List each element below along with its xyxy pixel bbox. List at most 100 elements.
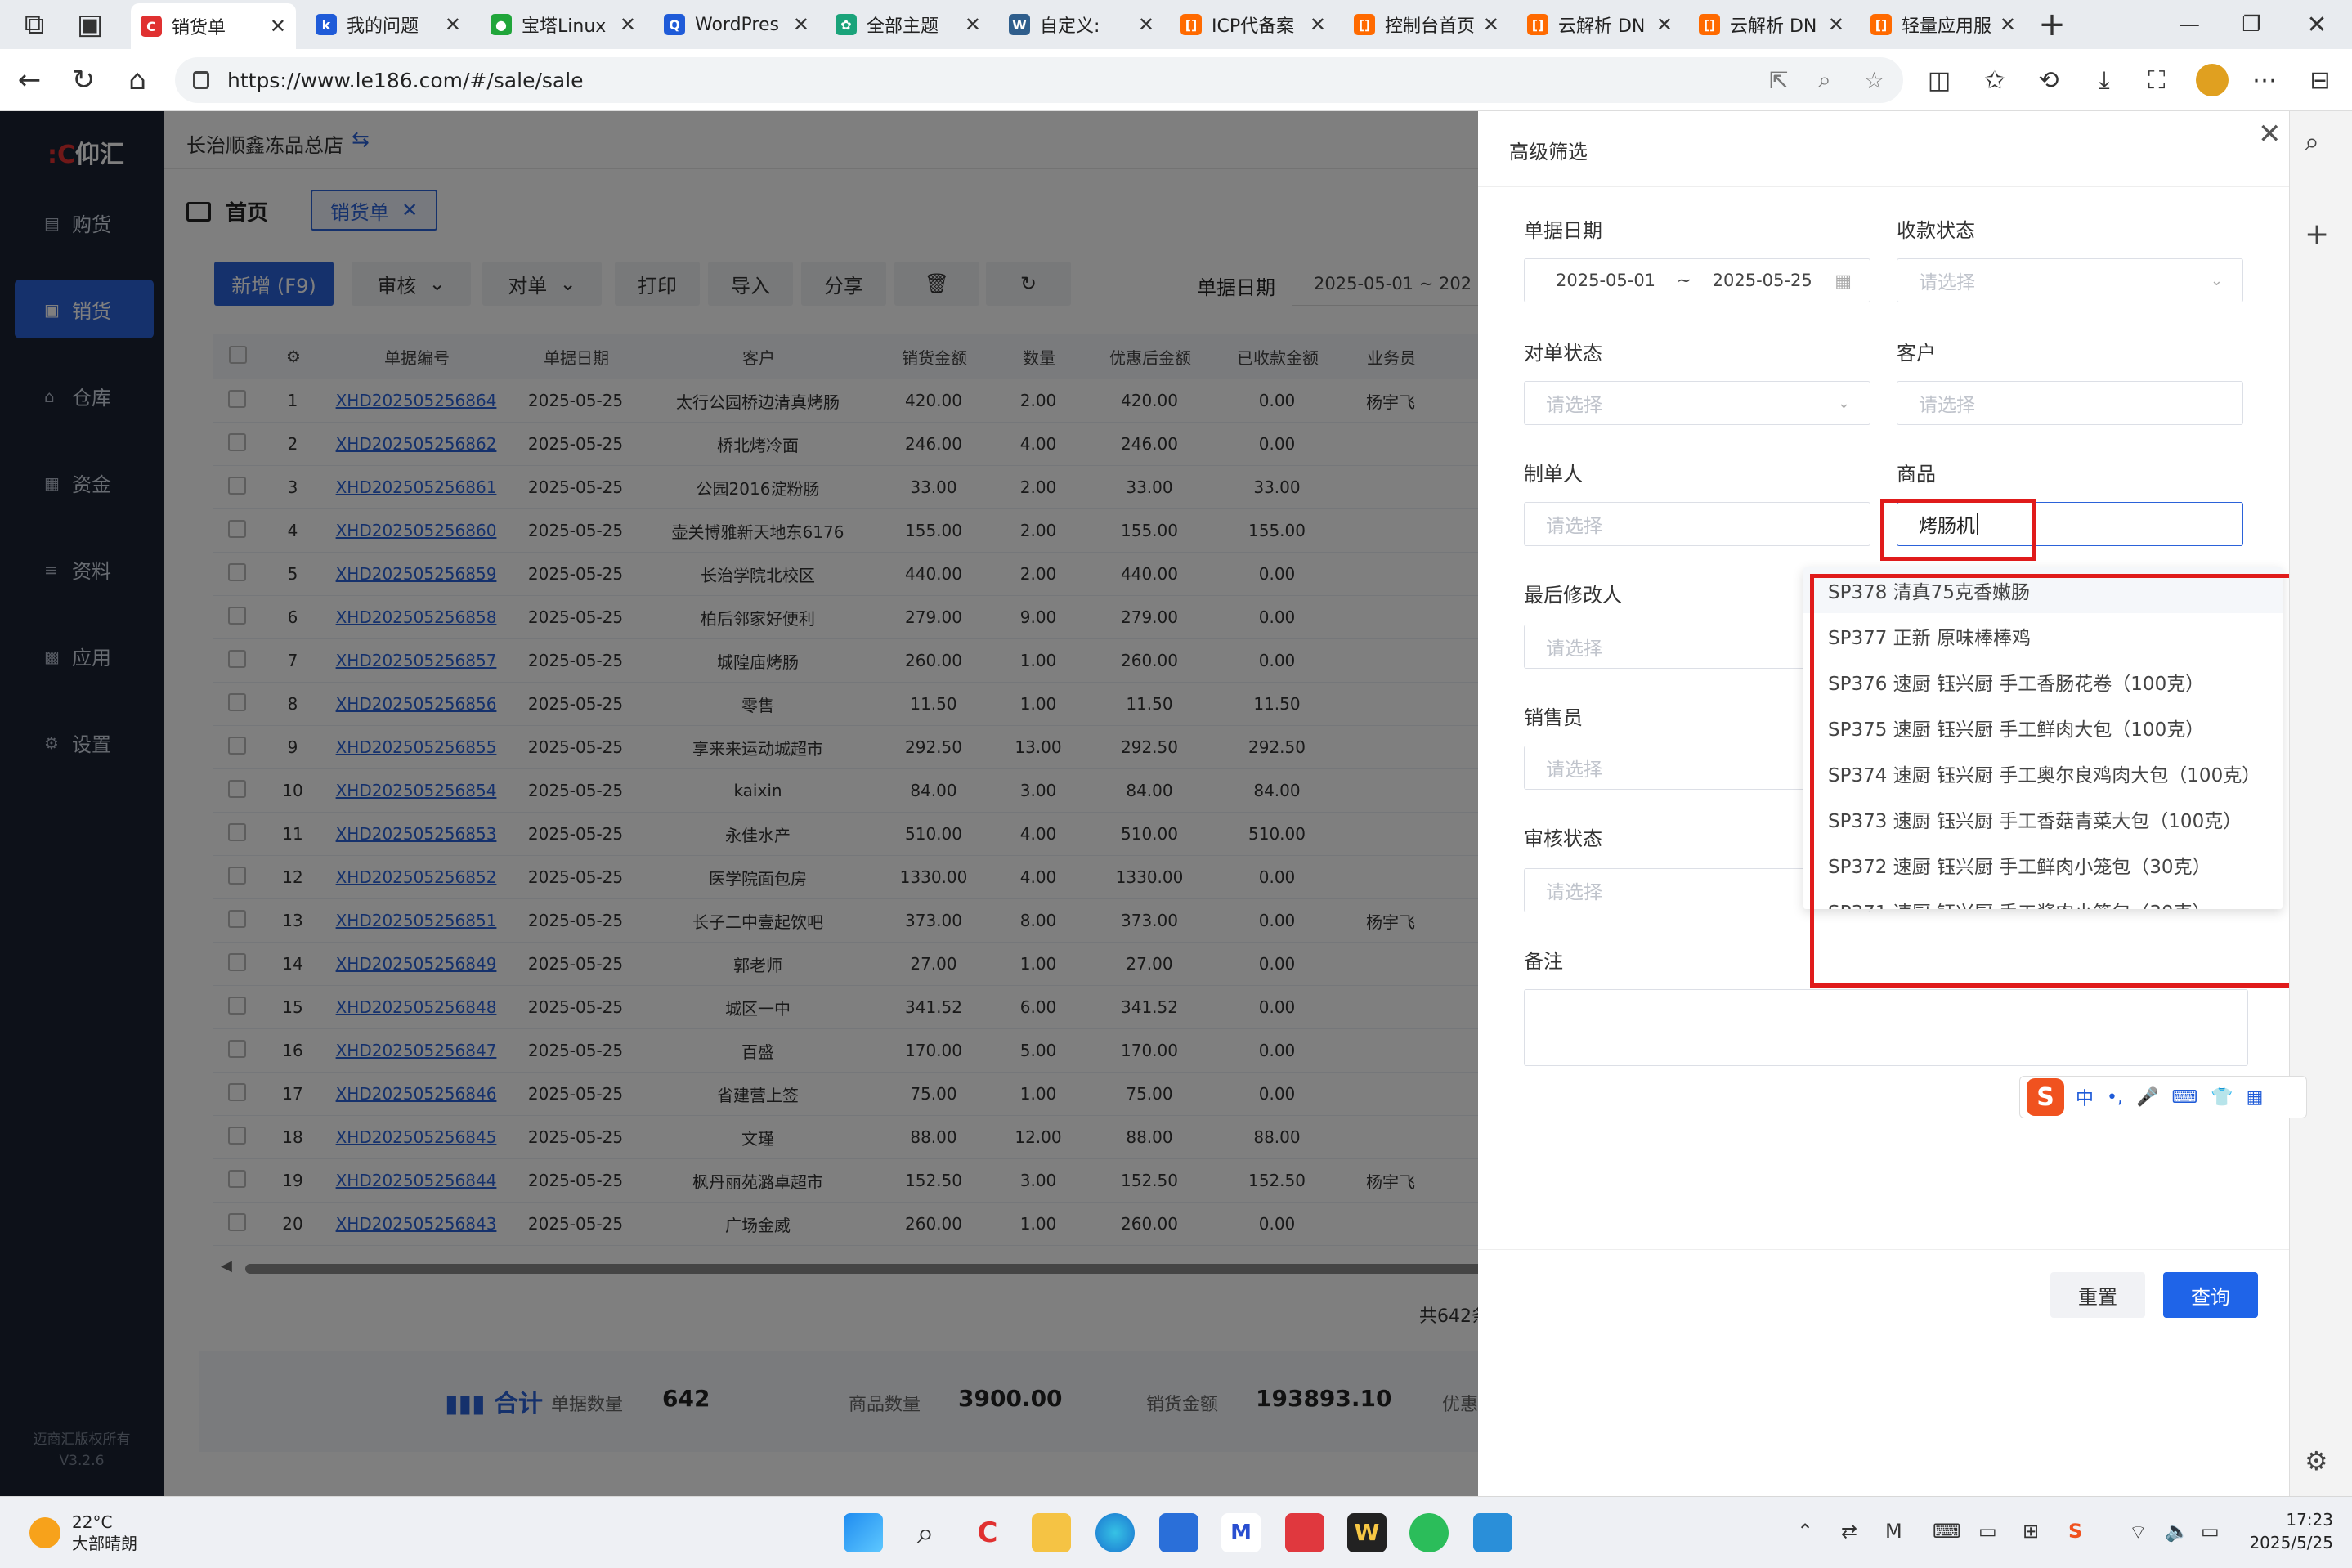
wechat-icon[interactable] (1409, 1513, 1449, 1552)
profile-avatar[interactable] (2193, 60, 2232, 100)
skin-icon[interactable]: 👕 (2211, 1087, 2233, 1108)
favorites-icon[interactable]: ✩ (1975, 60, 2014, 100)
history-icon[interactable]: ⟲ (2029, 60, 2068, 100)
edge-sidebar: ⌕ + ⚙ (2289, 111, 2352, 1496)
tab-title: 云解析 DN (1558, 16, 1646, 37)
open-in-app-icon[interactable]: ⇱ (1769, 57, 1788, 103)
browser-tab[interactable]: C 销货单 ✕ (131, 3, 296, 49)
maker-select[interactable]: 请选择 (1524, 502, 1870, 546)
ime-toolbar: S 中 •, 🎤 ⌨ 👕 ▦ (2019, 1076, 2307, 1118)
mail-icon[interactable]: M (1221, 1513, 1261, 1552)
tab-favicon-icon: ✿ (836, 14, 857, 35)
close-tab-icon[interactable]: ✕ (445, 13, 461, 36)
date-range-input[interactable]: 2025-05-01 ~ 2025-05-25 ▦ (1524, 258, 1870, 302)
browser-tab[interactable]: W 自定义: ✕ (999, 5, 1164, 44)
reset-button[interactable]: 重置 (2050, 1272, 2145, 1318)
file-explorer-icon[interactable] (1032, 1513, 1071, 1552)
tray-sogou-icon[interactable]: S (2068, 1520, 2082, 1543)
recon-status-select[interactable]: 请选择 ⌄ (1524, 381, 1870, 425)
workspaces-icon[interactable]: ⧉ (15, 5, 54, 44)
battery-icon[interactable]: ▭ (2201, 1520, 2220, 1543)
browser-tab[interactable]: [] 控制台首页 ✕ (1344, 5, 1509, 44)
tab-favicon-icon: k (316, 14, 337, 35)
browser-tab[interactable]: ● 宝塔Linux ✕ (481, 5, 646, 44)
url-field[interactable]: https://www.le186.com/#/sale/sale ⇱ ⌕ ☆ (175, 57, 1903, 103)
browser-tab[interactable]: k 我的问题 ✕ (306, 5, 471, 44)
microphone-icon[interactable]: 🎤 (2136, 1087, 2158, 1108)
refresh-icon[interactable]: ↻ (64, 60, 103, 100)
tab-favicon-icon: C (141, 16, 162, 37)
wps-icon[interactable]: W (1347, 1513, 1387, 1552)
start-icon[interactable] (844, 1513, 883, 1552)
store-icon[interactable] (1159, 1513, 1198, 1552)
tab-favicon-icon: [] (1527, 14, 1548, 35)
ime-mode[interactable]: 中 (2076, 1084, 2094, 1110)
query-button[interactable]: 查询 (2163, 1272, 2258, 1318)
search-icon[interactable]: ⌕ (2305, 126, 2319, 158)
sogou-icon[interactable]: S (2027, 1078, 2064, 1116)
close-tab-icon[interactable]: ✕ (1310, 13, 1326, 36)
customer-label: 客户 (1897, 342, 1936, 365)
tray-m-icon[interactable]: M (1885, 1520, 1902, 1543)
close-tab-icon[interactable]: ✕ (1656, 13, 1673, 36)
modal-overlay[interactable] (0, 111, 1478, 1496)
url-text: https://www.le186.com/#/sale/sale (227, 68, 584, 92)
close-tab-icon[interactable]: ✕ (793, 13, 809, 36)
calendar-icon: ▦ (1835, 271, 1852, 292)
volume-icon[interactable]: 🔈 (2165, 1520, 2189, 1543)
close-tab-icon[interactable]: ✕ (965, 13, 981, 36)
tab-title: 自定义: (1040, 16, 1100, 37)
notepad-icon[interactable] (1473, 1513, 1512, 1552)
back-icon[interactable]: ← (10, 60, 49, 100)
weather-widget[interactable]: 22°C 大部晴朗 (29, 1512, 137, 1554)
sidebar-toggle-icon[interactable]: ⊟ (2300, 60, 2340, 100)
split-screen-icon[interactable]: ◫ (1920, 60, 1959, 100)
keyboard-icon[interactable]: ⌨ (2171, 1087, 2197, 1108)
downloads-icon[interactable]: ⤓ (2085, 60, 2124, 100)
zoom-icon[interactable]: ⌕ (1818, 57, 1831, 103)
minimize-button[interactable]: — (2170, 5, 2209, 44)
tab-actions-icon[interactable]: ▣ (70, 5, 110, 44)
tray-keyboard-icon[interactable]: ⌨ (1933, 1520, 1961, 1543)
home-icon[interactable]: ⌂ (118, 60, 157, 100)
tray-chevron-icon[interactable]: ⌃ (1797, 1520, 1813, 1543)
restore-button[interactable]: ❐ (2232, 5, 2271, 44)
customer-select[interactable]: 请选择 (1897, 381, 2243, 425)
tray-display-icon[interactable]: ▭ (1978, 1520, 1997, 1543)
tab-title: 全部主题 (867, 16, 939, 37)
close-icon[interactable]: ✕ (2258, 118, 2282, 150)
tray-settings-icon[interactable]: ⇄ (1841, 1520, 1857, 1543)
punctuation-icon[interactable]: •, (2107, 1087, 2123, 1108)
toolbox-icon[interactable]: ▦ (2247, 1087, 2264, 1108)
huawei-icon[interactable] (1285, 1513, 1324, 1552)
settings-icon[interactable]: ⚙ (2305, 1445, 2328, 1476)
close-tab-icon[interactable]: ✕ (1483, 13, 1499, 36)
clock[interactable]: 17:23 2025/5/25 (2243, 1508, 2333, 1554)
wifi-icon[interactable]: ⌔ (2129, 1520, 2148, 1544)
pay-status-select[interactable]: 请选择 ⌄ (1897, 258, 2243, 302)
add-icon[interactable]: + (2305, 217, 2329, 251)
more-menu-icon[interactable]: ⋯ (2245, 60, 2284, 100)
tray-network-adapter-icon[interactable]: ⊞ (2023, 1520, 2039, 1543)
audit-status-label: 审核状态 (1524, 827, 1602, 850)
taskbar-search-icon[interactable]: ⌕ (906, 1513, 945, 1552)
close-tab-icon[interactable]: ✕ (2000, 13, 2016, 36)
screenshot-icon[interactable]: ⛶ (2137, 60, 2176, 100)
browser-tab[interactable]: [] 云解析 DN ✕ (1517, 5, 1682, 44)
browser-tab[interactable]: [] ICP代备案 ✕ (1171, 5, 1336, 44)
browser-tab[interactable]: Q WordPres ✕ (654, 5, 819, 44)
close-tab-icon[interactable]: ✕ (1828, 13, 1844, 36)
edge-browser-icon[interactable] (1095, 1513, 1135, 1552)
close-tab-icon[interactable]: ✕ (1138, 13, 1154, 36)
close-tab-icon[interactable]: ✕ (270, 15, 286, 38)
new-tab-button[interactable]: + (2032, 5, 2072, 44)
browser-tab[interactable]: [] 云解析 DN ✕ (1689, 5, 1854, 44)
remark-textarea[interactable] (1524, 989, 2248, 1066)
favorite-star-icon[interactable]: ☆ (1864, 57, 1884, 103)
tab-favicon-icon: Q (664, 14, 685, 35)
browser-tab[interactable]: ✿ 全部主题 ✕ (826, 5, 991, 44)
close-window-button[interactable]: ✕ (2297, 5, 2336, 44)
close-tab-icon[interactable]: ✕ (620, 13, 636, 36)
app-taskbar-icon[interactable]: C (968, 1513, 1007, 1552)
browser-tab[interactable]: [] 轻量应用服 ✕ (1861, 5, 2026, 44)
